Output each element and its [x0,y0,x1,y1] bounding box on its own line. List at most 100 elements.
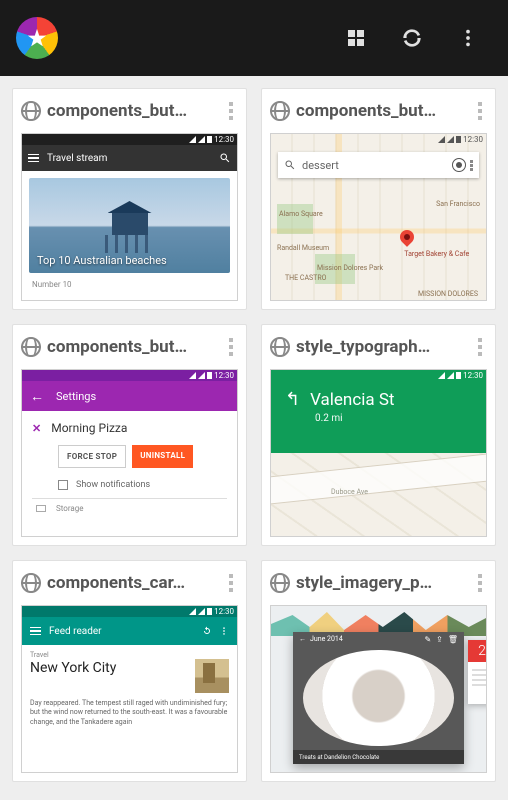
article-body: Day reappeared. The tempest still raged … [30,699,229,727]
grid-icon [344,26,368,50]
wifi-icon [198,608,205,615]
card-menu-button[interactable] [222,333,240,361]
card-menu-button[interactable] [471,569,489,597]
statusbar-time: 12:30 [214,607,234,616]
map-pin-icon [397,227,417,247]
globe-icon [21,101,41,121]
app-toolbar [0,0,508,76]
card-title: style_typograph… [296,337,471,357]
card-header: components_but… [13,325,246,369]
statusbar-time: 12:30 [214,135,234,144]
map-poi-label: THE CASTRO [285,274,326,282]
button-row: FORCE STOP UNINSTALL [22,441,237,476]
thumb-statusbar: 12:30 [271,134,486,145]
card-item[interactable]: components_car… 12:30 Feed reader Travel… [12,560,247,782]
nav-panel: ↰ Valencia St 0.2 mi [271,381,486,453]
pier-graphic [105,235,155,253]
card-menu-button[interactable] [471,333,489,361]
thumb-appbar: ← Settings [22,381,237,411]
photo-caption: Top 10 Australian beaches [37,254,167,267]
statusbar-time: 12:30 [463,135,483,144]
card-title: components_but… [296,101,471,121]
app-logo[interactable] [16,17,58,59]
map-poi-label: MISSION DOLORES [418,290,478,298]
back-arrow-icon: ← [30,388,44,405]
battery-icon [207,136,212,143]
card-title: components_car… [47,573,222,593]
calendar-day: 2 [468,640,487,662]
card-menu-button[interactable] [222,569,240,597]
checkbox-label: Show notifications [76,480,150,490]
map-poi-label: Mission Dolores Park [317,264,383,272]
thumb-statusbar: 12:30 [22,134,237,145]
grid-view-button[interactable] [332,14,380,62]
card-title: components_but… [47,337,222,357]
thumb-statusbar: 12:30 [271,370,486,381]
map-poi-label: Randall Museum [277,244,329,252]
card-item[interactable]: components_but… 12:30 dessert Alamo Squa… [261,88,496,310]
more-vert-icon [457,27,479,49]
map-poi-label: Alamo Square [279,210,323,218]
battery-icon [456,372,461,379]
image-caption: Treats at Dandelion Chocolate [293,750,464,764]
road-graphic [270,452,487,507]
thumb-appbar-title: Feed reader [49,626,201,637]
road-label: Duboce Ave [331,488,368,496]
card-menu-button[interactable] [471,97,489,125]
search-icon [284,159,296,171]
uninstall-button: UNINSTALL [132,445,193,468]
overflow-menu-button[interactable] [444,14,492,62]
card-item[interactable]: style_typograph… 12:30 ↰ Valencia St 0.2… [261,324,496,546]
more-vert-icon [470,159,473,172]
thumb-subtext: Number 10 [22,280,237,289]
card-item[interactable]: components_but… 12:30 ← Settings ✕ Morni… [12,324,247,546]
my-location-icon [452,158,466,172]
checkbox-icon [58,480,68,490]
card-header: style_imagery_p… [262,561,495,605]
storage-icon [36,505,46,512]
signal-icon [438,372,445,379]
force-stop-button: FORCE STOP [58,445,126,468]
card-header: components_car… [13,561,246,605]
wifi-icon [198,136,205,143]
refresh-icon [399,25,425,51]
card-title: style_imagery_p… [296,573,471,593]
turn-left-icon: ↰ [285,389,300,410]
signal-icon [438,136,445,143]
card-header: components_but… [13,89,246,133]
imagery-card: ← June 2014 ✎ ⇪ 🗑 Treats at Dandelion Ch… [293,632,464,764]
refresh-button[interactable] [388,14,436,62]
signal-icon [189,372,196,379]
card-title: components_but… [47,101,222,121]
map-poi-label: San Francisco [436,200,480,208]
statusbar-time: 12:30 [214,371,234,380]
imagery-card-header: ← June 2014 ✎ ⇪ 🗑 [293,632,464,646]
back-arrow-icon: ← [299,635,306,643]
card-item[interactable]: components_but… 12:30 Travel stream Top … [12,88,247,310]
wifi-icon [447,372,454,379]
hamburger-icon [30,627,41,636]
signal-icon [189,608,196,615]
card-menu-button[interactable] [222,97,240,125]
thumb-appbar: Feed reader [22,617,237,645]
storage-row: Storage [22,501,237,513]
app-icon: ✕ [32,422,41,435]
globe-icon [270,573,290,593]
globe-icon [21,573,41,593]
checkbox-row: Show notifications [22,476,237,496]
card-thumbnail: 12:30 ← Settings ✕ Morning Pizza FORCE S… [21,369,238,537]
thumb-photo: Top 10 Australian beaches [29,178,230,273]
card-thumbnail: ← June 2014 ✎ ⇪ 🗑 Treats at Dandelion Ch… [270,605,487,773]
thumb-statusbar: 12:30 [22,370,237,381]
star-icon [26,27,48,49]
divider [32,498,227,499]
thumb-appbar-title: Settings [56,390,96,403]
share-icon: ⇪ [436,635,443,644]
card-item[interactable]: style_imagery_p… ← June 2014 ✎ ⇪ 🗑 Treat… [261,560,496,782]
thumb-appbar-title: Travel stream [47,153,219,164]
card-thumbnail: 12:30 dessert Alamo Square San Francisco… [270,133,487,301]
nav-distance: 0.2 mi [315,413,486,424]
refresh-icon [201,625,213,637]
thumb-appbar: Travel stream [22,145,237,171]
calendar-lines [468,662,487,693]
